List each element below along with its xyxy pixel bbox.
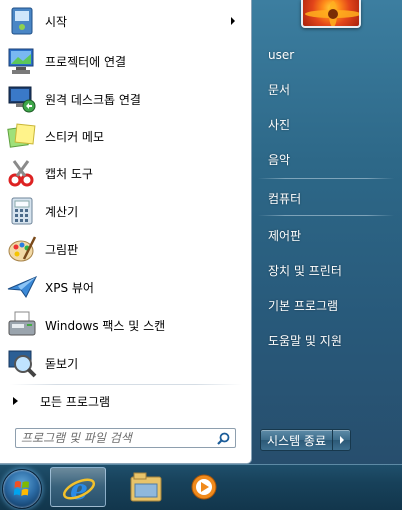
right-item-pictures[interactable]: 사진 (258, 109, 394, 139)
start-orb[interactable] (2, 469, 42, 509)
program-item-paint[interactable]: 그림판 (3, 232, 245, 266)
right-item-label: 문서 (268, 82, 291, 97)
windows-logo-icon (13, 481, 29, 496)
program-label: Windows 팩스 및 스캔 (45, 318, 166, 333)
programs-divider (10, 384, 242, 385)
right-item-label: 기본 프로그램 (268, 298, 339, 313)
submenu-arrow-icon (231, 17, 235, 25)
right-item-label: 도움말 및 지원 (268, 333, 342, 348)
right-item-default-programs[interactable]: 기본 프로그램 (258, 290, 394, 320)
internet-explorer-icon: e (62, 473, 96, 506)
arrow-right-icon (13, 397, 18, 405)
right-item-documents[interactable]: 문서 (258, 74, 394, 104)
shutdown-label: 시스템 종료 (267, 433, 327, 448)
right-item-devices-printers[interactable]: 장치 및 프린터 (258, 255, 394, 285)
taskbar-media-player[interactable] (176, 467, 232, 507)
taskbar-file-explorer[interactable] (118, 467, 174, 507)
start-menu: 시작 프로젝터에 연결 원격 데스크톱 연결 스티커 메모 캡처 도구 계산기 … (0, 0, 402, 464)
right-item-label: user (268, 48, 295, 62)
paint-icon (6, 233, 38, 265)
snipping-tool-icon (6, 157, 38, 189)
program-item-fax-scan[interactable]: Windows 팩스 및 스캔 (3, 308, 245, 342)
calculator-icon (6, 195, 38, 227)
search-input[interactable] (16, 430, 213, 446)
getting-started-icon (6, 5, 38, 37)
right-divider (258, 178, 394, 179)
program-label: 시작 (45, 14, 68, 29)
right-item-label: 사진 (268, 117, 291, 132)
program-item-projector[interactable]: 프로젝터에 연결 (3, 44, 245, 78)
right-divider (258, 215, 394, 216)
shutdown-control: 시스템 종료 (260, 429, 352, 451)
svg-text:e: e (70, 473, 88, 506)
fax-scan-icon (6, 309, 38, 341)
file-explorer-icon (130, 472, 162, 502)
right-item-control-panel[interactable]: 제어판 (258, 220, 394, 250)
arrow-right-icon (339, 436, 344, 444)
program-label: 스티커 메모 (45, 129, 105, 144)
right-item-computer[interactable]: 컴퓨터 (258, 183, 394, 213)
right-item-help-support[interactable]: 도움말 및 지원 (258, 325, 394, 355)
program-label: 돋보기 (45, 356, 79, 371)
xps-viewer-icon (6, 271, 38, 303)
all-programs-label: 모든 프로그램 (40, 394, 111, 409)
projector-icon (6, 45, 38, 77)
taskbar-internet-explorer[interactable]: e (50, 467, 106, 507)
shutdown-options-button[interactable] (333, 429, 352, 451)
program-item-getting-started[interactable]: 시작 (3, 4, 245, 38)
taskbar: e (0, 464, 402, 510)
right-item-music[interactable]: 음악 (258, 144, 394, 174)
search-icon[interactable] (217, 432, 230, 445)
shutdown-button[interactable]: 시스템 종료 (260, 429, 334, 451)
program-item-sticky-notes[interactable]: 스티커 메모 (3, 119, 245, 153)
program-item-snipping-tool[interactable]: 캡처 도구 (3, 156, 245, 190)
program-label: 그림판 (45, 242, 79, 257)
program-item-xps-viewer[interactable]: XPS 뷰어 (3, 270, 245, 304)
program-label: 원격 데스크톱 연결 (45, 92, 141, 107)
right-item-label: 음악 (268, 152, 291, 167)
search-box[interactable] (15, 428, 236, 448)
program-item-remote-desktop[interactable]: 원격 데스크톱 연결 (3, 82, 245, 116)
program-label: 캡처 도구 (45, 166, 93, 181)
user-picture[interactable] (301, 0, 361, 28)
program-item-calculator[interactable]: 계산기 (3, 194, 245, 228)
right-item-label: 컴퓨터 (268, 191, 302, 206)
right-item-user[interactable]: user (258, 40, 394, 70)
remote-desktop-icon (6, 83, 38, 115)
media-player-icon (191, 474, 217, 500)
right-item-label: 장치 및 프린터 (268, 263, 342, 278)
magnifier-icon (6, 347, 38, 379)
all-programs-button[interactable]: 모든 프로그램 (3, 389, 245, 413)
programs-pane: 시작 프로젝터에 연결 원격 데스크톱 연결 스티커 메모 캡처 도구 계산기 … (0, 0, 252, 464)
sticky-notes-icon (6, 120, 38, 152)
program-item-magnifier[interactable]: 돋보기 (3, 346, 245, 380)
program-label: XPS 뷰어 (45, 280, 94, 295)
program-label: 프로젝터에 연결 (45, 54, 127, 69)
program-label: 계산기 (45, 204, 79, 219)
right-item-label: 제어판 (268, 228, 302, 243)
